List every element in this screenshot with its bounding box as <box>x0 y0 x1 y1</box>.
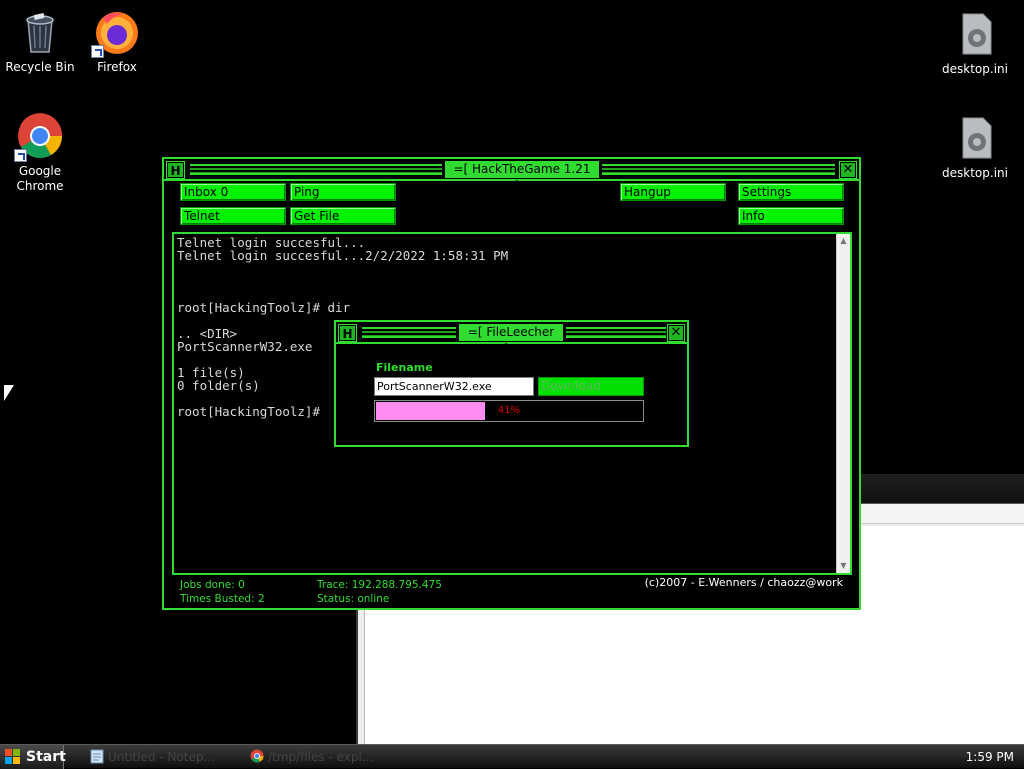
scroll-down-icon[interactable]: ▼ <box>837 559 850 573</box>
taskbar-item-label: Untitled - Notep... <box>108 750 215 764</box>
settings-file-icon <box>951 114 999 162</box>
titlebar-stripes <box>602 164 835 175</box>
progress-percent: 41% <box>497 405 521 416</box>
taskbar-item-label: /tmp/files - expl... <box>268 750 374 764</box>
copyright-credit: (c)2007 - E.Wenners / chaozz@work <box>644 576 843 589</box>
desktop: Recycle Bin Firefox Google Chrome deskto… <box>0 0 1024 744</box>
desktop-icon-label: desktop.ini <box>942 166 1008 180</box>
fileleecher-titlebar[interactable]: H =[ FileLeecher ]= ✕ <box>336 322 687 356</box>
connection-status: Status: online <box>317 593 390 605</box>
shortcut-arrow-icon <box>91 45 104 58</box>
status-left: Jobs done: 0 Times Busted: 2 <box>180 578 265 606</box>
desktop-icon-label: desktop.ini <box>942 62 1008 76</box>
download-button[interactable]: Download <box>538 377 644 396</box>
filename-input[interactable]: PortScannerW32.exe <box>374 377 534 396</box>
start-button[interactable]: Start <box>0 745 66 769</box>
chrome-icon <box>250 749 264 764</box>
hackthegame-titlebar[interactable]: H =[ HackTheGame 1.21 ]= ✕ <box>164 159 859 193</box>
taskbar-item-chrome[interactable]: /tmp/files - expl... <box>248 747 398 767</box>
desktop-icon-label: Recycle Bin <box>5 60 75 74</box>
desktop-icon-desktop-ini[interactable]: desktop.ini <box>935 10 1015 77</box>
window-title: =[ HackTheGame 1.21 ]= <box>445 161 599 193</box>
close-button[interactable]: ✕ <box>839 161 857 179</box>
status-middle: Trace: 192.288.795.475 Status: online <box>317 578 442 606</box>
close-icon: ✕ <box>842 162 854 177</box>
fileleecher-window: H =[ FileLeecher ]= ✕ Filename PortScann… <box>334 320 689 447</box>
recycle-bin-icon <box>16 8 64 56</box>
trace-readout: Trace: 192.288.795.475 <box>317 579 442 591</box>
terminal-scrollbar[interactable]: ▲ ▼ <box>836 234 850 573</box>
app-logo-icon: H <box>338 324 357 342</box>
mouse-cursor-icon <box>4 385 14 401</box>
chrome-icon <box>14 112 64 162</box>
titlebar-stripes <box>362 327 456 338</box>
info-button[interactable]: Info <box>738 207 844 225</box>
download-progress-bar: 41% <box>374 400 644 422</box>
settings-file-icon <box>951 10 999 58</box>
taskbar-item-notepad[interactable]: Untitled - Notep... <box>88 747 238 767</box>
jobs-done: Jobs done: 0 <box>180 579 245 591</box>
desktop-icon-recycle-bin[interactable]: Recycle Bin <box>0 8 80 75</box>
settings-button[interactable]: Settings <box>738 183 844 201</box>
times-busted: Times Busted: 2 <box>180 593 265 605</box>
telnet-button[interactable]: Telnet <box>180 207 286 225</box>
taskbar-clock[interactable]: 1:59 PM <box>966 745 1014 769</box>
windows-logo-icon <box>5 749 21 765</box>
get-file-button[interactable]: Get File <box>290 207 396 225</box>
ping-button[interactable]: Ping <box>290 183 396 201</box>
close-icon: ✕ <box>670 325 682 340</box>
titlebar-stripes <box>190 164 442 175</box>
app-logo-icon: H <box>166 161 185 179</box>
scroll-up-icon[interactable]: ▲ <box>837 234 850 248</box>
hangup-button[interactable]: Hangup <box>620 183 726 201</box>
filename-label: Filename <box>376 361 433 374</box>
start-label: Start <box>26 749 66 765</box>
desktop-icon-desktop-ini-2[interactable]: desktop.ini <box>935 114 1015 181</box>
desktop-icon-label: Google Chrome <box>16 164 64 193</box>
window-title: =[ FileLeecher ]= <box>459 324 563 356</box>
desktop-icon-firefox[interactable]: Firefox <box>77 8 157 75</box>
desktop-icon-chrome[interactable]: Google Chrome <box>0 112 80 194</box>
close-button[interactable]: ✕ <box>667 324 685 342</box>
notepad-icon <box>90 749 104 764</box>
titlebar-stripes <box>566 327 666 338</box>
inbox-button[interactable]: Inbox 0 <box>180 183 286 201</box>
shortcut-arrow-icon <box>14 149 27 162</box>
taskbar: Start Untitled - Notep... /tmp/files - e… <box>0 744 1024 769</box>
firefox-icon <box>91 8 141 58</box>
desktop-icon-label: Firefox <box>97 60 137 74</box>
